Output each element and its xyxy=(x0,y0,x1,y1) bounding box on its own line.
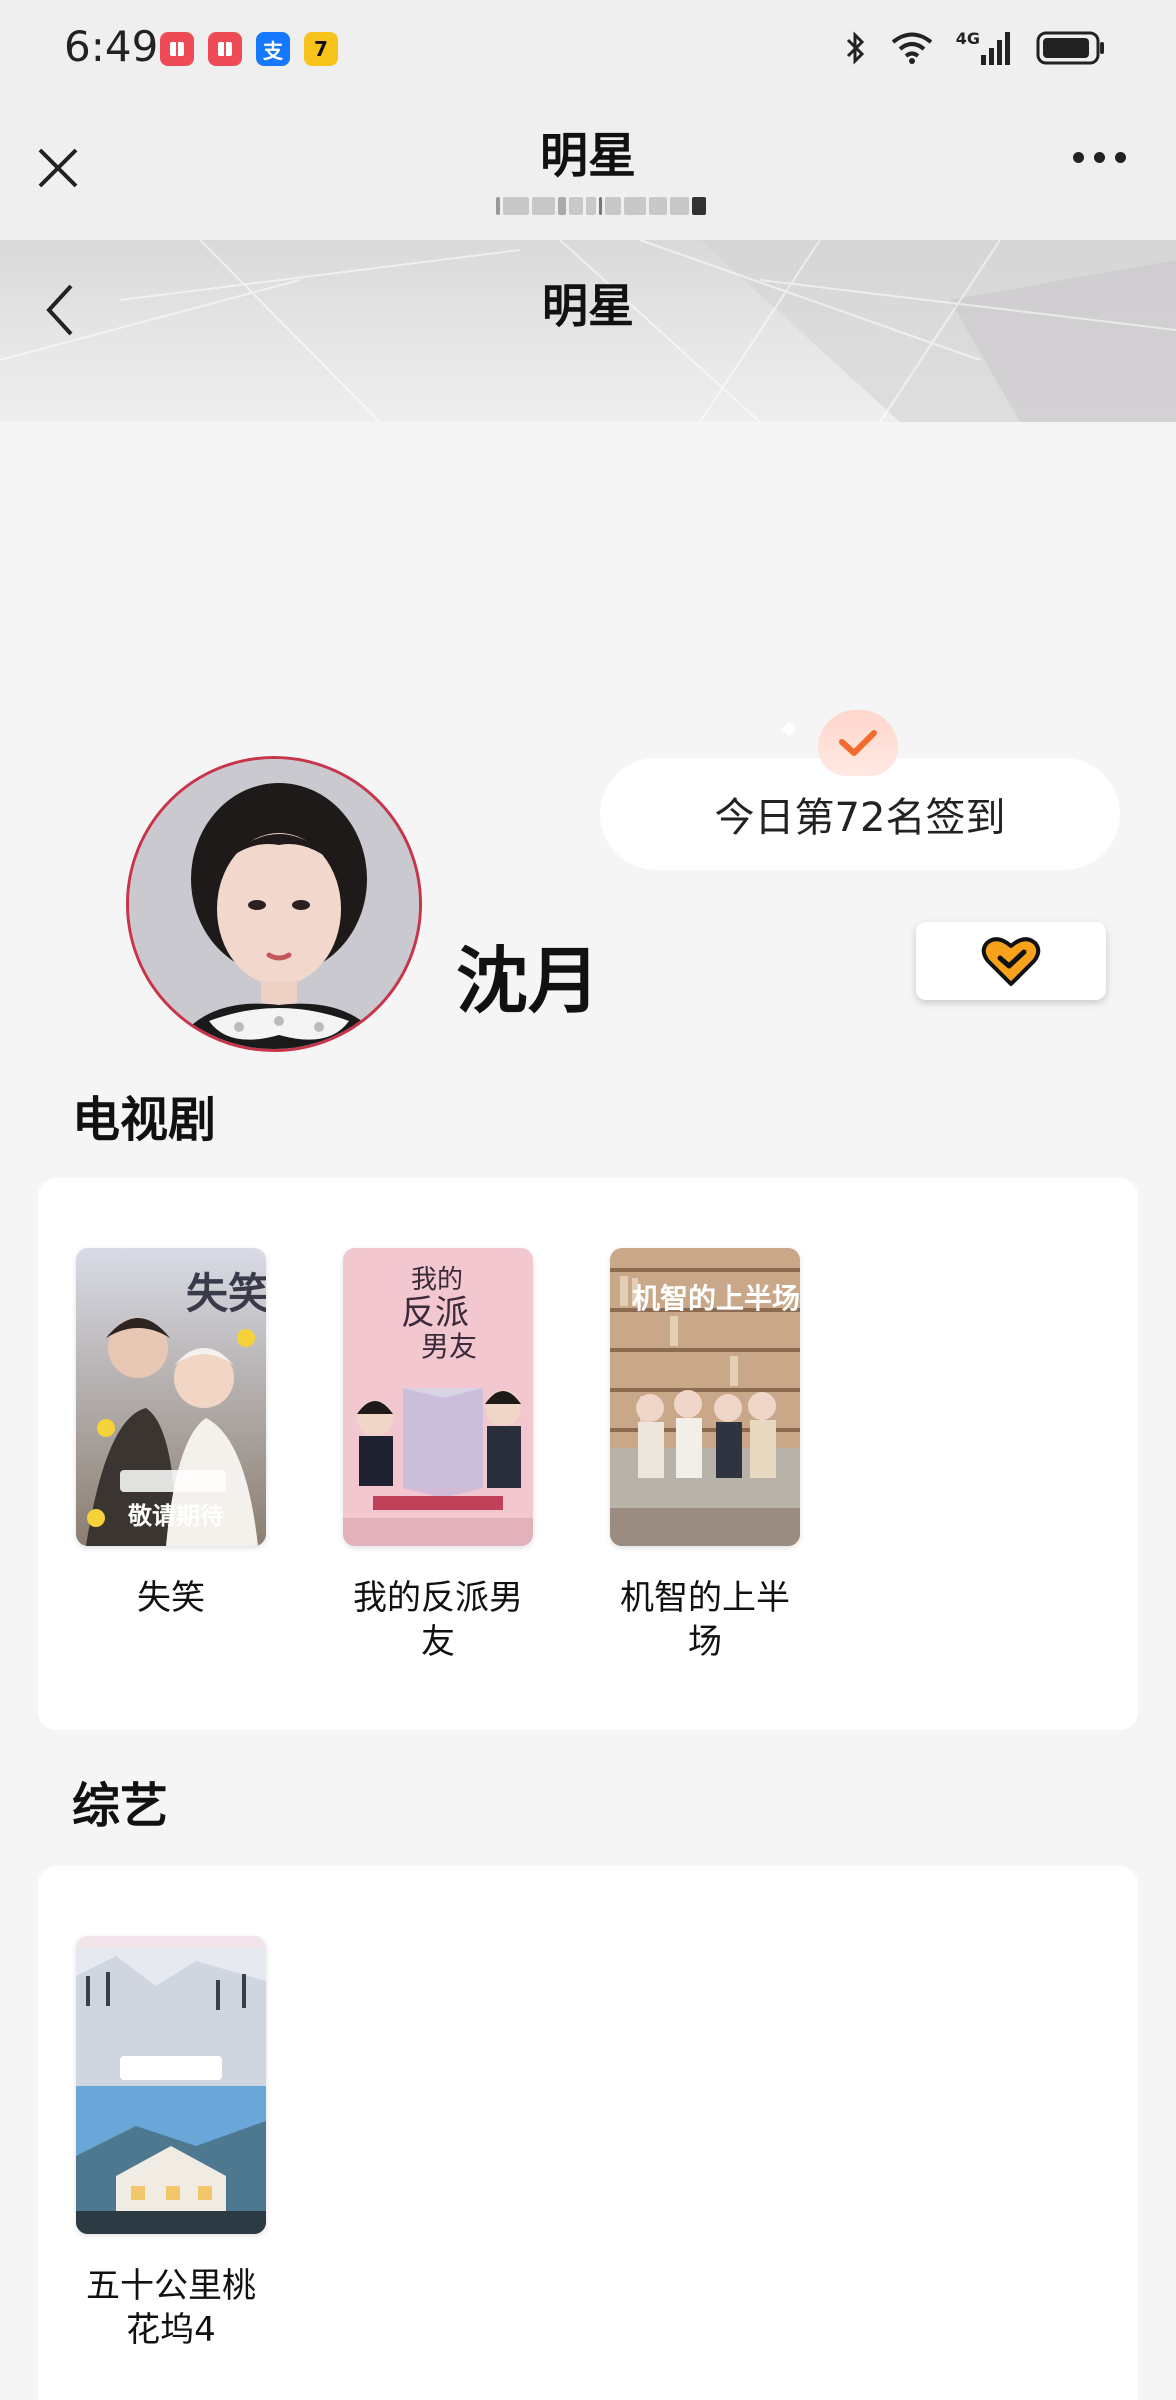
star-avatar[interactable] xyxy=(126,756,422,1052)
tv-series-card: 失笑 敬请期待 失笑 我的 反派 男友 我的反派男友 机智的上半场 机智的上半场 xyxy=(38,1178,1138,1730)
media-title: 机智的上半场 xyxy=(620,1578,790,1662)
seven-cats-notif-icon: 7 xyxy=(304,32,338,66)
wifi-icon xyxy=(890,28,934,68)
page-header-banner: 明星 xyxy=(0,240,1176,422)
cellular-signal-icon: 4G xyxy=(956,28,1014,68)
poster-image: 我的 反派 男友 xyxy=(343,1248,533,1546)
media-item[interactable]: 五十公里桃花坞4 xyxy=(76,1936,266,2352)
svg-text:我的: 我的 xyxy=(411,1265,463,1295)
status-time: 6:49 xyxy=(64,22,159,71)
status-bar: 6:49 支 7 4G xyxy=(0,0,1176,96)
battery-icon xyxy=(1036,28,1106,68)
star-name: 沈月 xyxy=(456,939,601,1023)
poster-image: 机智的上半场 xyxy=(610,1248,800,1546)
mini-app-subtitle-blurred xyxy=(496,194,706,218)
svg-text:失笑: 失笑 xyxy=(186,1269,266,1318)
network-type-label: 4G xyxy=(955,28,980,48)
svg-text:男友: 男友 xyxy=(421,1330,477,1363)
checkin-badge xyxy=(818,710,898,776)
checkmark-icon xyxy=(839,730,877,756)
more-menu-button[interactable] xyxy=(1073,152,1126,163)
media-title: 五十公里桃花坞4 xyxy=(86,2266,256,2350)
sparkle-icon xyxy=(781,721,797,737)
follow-heart-button[interactable] xyxy=(916,922,1106,1000)
system-icons: 4G xyxy=(844,28,1106,68)
poster-image: 失笑 敬请期待 xyxy=(76,1248,266,1546)
red-book-notif-icon xyxy=(160,32,194,66)
page-title: 明星 xyxy=(542,279,634,333)
media-item[interactable]: 失笑 敬请期待 失笑 xyxy=(76,1248,266,1620)
variety-show-card: 五十公里桃花坞4 xyxy=(38,1866,1138,2400)
red-book-notif-icon-2 xyxy=(208,32,242,66)
alipay-notif-icon: 支 xyxy=(256,32,290,66)
media-title: 失笑 xyxy=(137,1578,205,1618)
mini-app-title: 明星 xyxy=(539,128,636,184)
media-title: 我的反派男友 xyxy=(353,1578,523,1662)
checkin-text: 今日第72名签到 xyxy=(714,795,1006,841)
media-item[interactable]: 机智的上半场 机智的上半场 xyxy=(610,1248,800,1664)
notification-icons: 支 7 xyxy=(160,32,338,66)
section-title-tv: 电视剧 xyxy=(72,1092,217,1148)
section-title-variety: 综艺 xyxy=(72,1778,169,1834)
svg-text:机智的上半场: 机智的上半场 xyxy=(632,1282,800,1315)
heart-check-icon xyxy=(981,937,1041,986)
media-item[interactable]: 我的 反派 男友 我的反派男友 xyxy=(343,1248,533,1664)
avatar-portrait-image xyxy=(129,759,419,1049)
more-dots-icon xyxy=(1073,152,1084,163)
svg-text:敬请期待: 敬请期待 xyxy=(127,1502,224,1530)
mini-app-header: 明星 xyxy=(0,96,1176,240)
bluetooth-icon xyxy=(844,28,868,68)
svg-text:反派: 反派 xyxy=(401,1293,469,1333)
poster-image xyxy=(76,1936,266,2234)
